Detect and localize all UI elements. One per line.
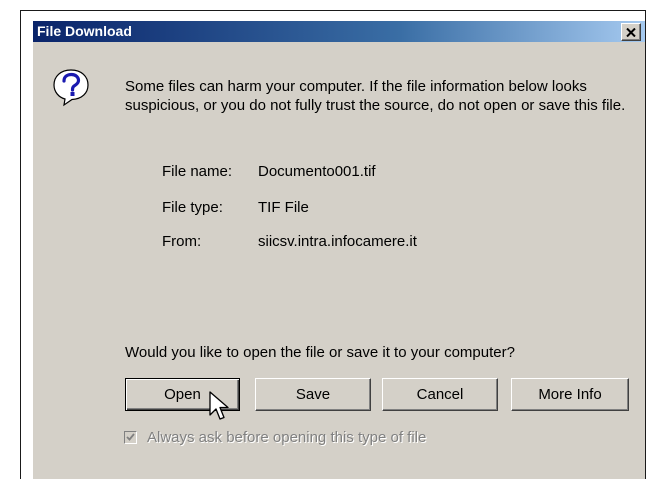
more-info-button[interactable]: More Info <box>511 378 629 411</box>
file-name-value: Documento001.tif <box>258 163 376 180</box>
file-download-dialog: File Download Some files can harm your c… <box>33 21 645 479</box>
checkmark-icon <box>126 433 135 441</box>
question-icon <box>53 69 89 107</box>
always-ask-option[interactable]: Always ask before opening this type of f… <box>124 428 426 446</box>
file-name-label: File name: <box>162 163 233 180</box>
open-or-save-question: Would you like to open the file or save … <box>125 344 515 361</box>
cancel-button[interactable]: Cancel <box>382 378 498 411</box>
title-bar[interactable]: File Download <box>33 21 645 42</box>
save-button[interactable]: Save <box>255 378 371 411</box>
always-ask-checkbox[interactable] <box>124 430 137 444</box>
always-ask-label: Always ask before opening this type of f… <box>147 428 427 446</box>
window-title: File Download <box>37 23 132 39</box>
warning-message: Some files can harm your computer. If th… <box>125 78 626 114</box>
close-button[interactable] <box>621 23 641 41</box>
file-type-label: File type: <box>162 199 223 216</box>
file-type-value: TIF File <box>258 199 309 216</box>
close-icon <box>626 27 636 37</box>
file-source-value: siicsv.intra.infocamere.it <box>258 233 417 250</box>
mouse-cursor-icon <box>209 391 229 420</box>
file-source-label: From: <box>162 233 202 250</box>
